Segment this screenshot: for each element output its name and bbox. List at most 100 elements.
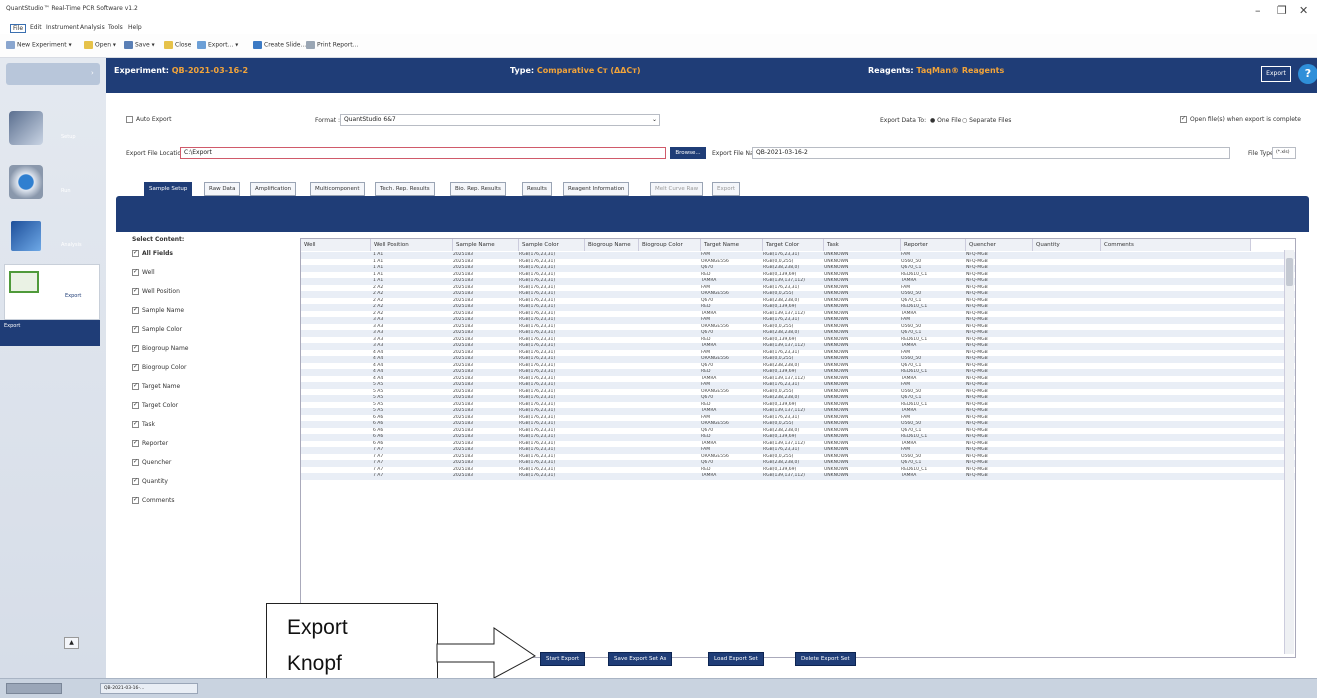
close-folder-icon	[164, 41, 173, 49]
delete-export-set-button[interactable]: Delete Export Set	[795, 652, 856, 666]
open-label: Open ▾	[95, 41, 116, 49]
table-cell: RGB(139,137,112)	[763, 473, 805, 478]
column-header[interactable]: Sample Name	[453, 239, 519, 251]
sidebar-item-run[interactable]: Run	[6, 162, 96, 202]
folder-icon	[84, 41, 93, 49]
sidebar-export-active[interactable]: Export	[0, 320, 100, 346]
column-header[interactable]: Target Name	[701, 239, 763, 251]
status-bar: QB-2021-03-16-...	[0, 678, 1317, 698]
help-icon[interactable]: ?	[1298, 64, 1317, 84]
content-option-5[interactable]: Biogroup Name	[132, 344, 189, 352]
export-header-button[interactable]: Export	[1261, 66, 1291, 82]
column-header[interactable]: Comments	[1101, 239, 1251, 251]
sidebar-item-setup[interactable]: Setup	[6, 108, 96, 148]
grid-scrollbar[interactable]	[1284, 250, 1294, 654]
menu-edit[interactable]: Edit	[30, 24, 42, 31]
callout-arrow-icon	[436, 627, 536, 679]
window-title: QuantStudio™ Real-Time PCR Software v1.2	[6, 5, 138, 12]
auto-export-label: Auto Export	[136, 116, 172, 123]
tab-export[interactable]: Export	[712, 182, 741, 196]
column-header[interactable]: Well Position	[371, 239, 453, 251]
print-report-button[interactable]: Print Report...	[306, 41, 358, 49]
content-option-7[interactable]: Target Name	[132, 382, 180, 390]
table-row[interactable]: 7 A7 2025183 RGB(176,23,31) TAMRA RGB(139,13…	[301, 473, 1295, 480]
format-select[interactable]: QuantStudio 6&7 ⌄	[340, 114, 660, 126]
tab-bio-rep-results[interactable]: Bio. Rep. Results	[450, 182, 506, 196]
close-button[interactable]: Close	[164, 41, 191, 49]
column-header[interactable]: Well	[301, 239, 371, 251]
auto-export-checkbox[interactable]: Auto Export	[126, 116, 171, 123]
column-header[interactable]: Biogroup Name	[585, 239, 639, 251]
new-experiment-button[interactable]: New Experiment ▾	[6, 41, 72, 49]
column-header[interactable]: Biogroup Color	[639, 239, 701, 251]
menu-instrument[interactable]: Instrument	[46, 24, 79, 31]
one-file-label: One File	[937, 117, 962, 124]
content-option-label: Well	[142, 269, 155, 276]
save-export-set-button[interactable]: Save Export Set As	[608, 652, 673, 666]
maximize-button[interactable]: ❐	[1277, 4, 1287, 17]
content-option-8[interactable]: Target Color	[132, 401, 178, 409]
tab-raw-data[interactable]: Raw Data	[204, 182, 241, 196]
select-content-title: Select Content:	[132, 236, 185, 243]
run-icon	[9, 165, 43, 199]
browse-button[interactable]: Browse...	[670, 147, 706, 159]
one-file-radio[interactable]: ● One File	[930, 117, 961, 124]
tab-multicomponent[interactable]: Multicomponent	[310, 182, 365, 196]
content-option-3[interactable]: Sample Name	[132, 306, 184, 314]
minimize-button[interactable]: –	[1255, 4, 1261, 17]
tab-reagent-information[interactable]: Reagent Information	[563, 182, 630, 196]
menu-analysis[interactable]: Analysis	[80, 24, 105, 31]
create-slide-button[interactable]: Create Slide...	[253, 41, 306, 49]
tab-results[interactable]: Results	[522, 182, 552, 196]
scroll-up-button[interactable]: ▲	[64, 637, 79, 649]
sidebar-analysis-label: Analysis	[61, 242, 82, 248]
content-option-9[interactable]: Task	[132, 420, 155, 428]
content-option-13[interactable]: Comments	[132, 496, 175, 504]
location-input[interactable]: C:\Export	[180, 147, 666, 159]
tab-sample-setup[interactable]: Sample Setup	[144, 182, 193, 196]
close-window-button[interactable]: ✕	[1299, 4, 1308, 17]
start-export-button[interactable]: Start Export	[540, 652, 586, 666]
sidebar-setup-label: Setup	[61, 134, 76, 140]
home-taskbar-button[interactable]	[6, 683, 62, 694]
tab-amplification[interactable]: Amplification	[250, 182, 297, 196]
checkbox-checked-icon	[132, 344, 139, 352]
content-option-2[interactable]: Well Position	[132, 287, 180, 295]
load-export-set-button[interactable]: Load Export Set	[708, 652, 764, 666]
analysis-icon	[9, 219, 43, 253]
content-option-11[interactable]: Quencher	[132, 458, 171, 466]
column-header[interactable]: Reporter	[901, 239, 966, 251]
menu-file[interactable]: File	[10, 24, 27, 33]
scrollbar-thumb[interactable]	[1286, 258, 1293, 286]
checkbox-icon	[126, 116, 133, 123]
sidebar-item-export[interactable]: Export	[4, 264, 100, 320]
separate-files-radio[interactable]: ○ Separate Files	[962, 117, 1011, 124]
tab-melt-curve-raw[interactable]: Melt Curve Raw	[650, 182, 704, 196]
content-option-1[interactable]: Well	[132, 268, 155, 276]
menu-help[interactable]: Help	[128, 24, 142, 31]
new-doc-icon	[6, 41, 15, 49]
open-button[interactable]: Open ▾	[84, 41, 116, 49]
save-button[interactable]: Save ▾	[124, 41, 155, 49]
content-option-12[interactable]: Quantity	[132, 477, 168, 485]
export-menu-button[interactable]: Export... ▾	[197, 41, 238, 49]
column-header[interactable]: Quencher	[966, 239, 1033, 251]
menu-tools[interactable]: Tools	[108, 24, 123, 31]
open-file-checkbox[interactable]: Open file(s) when export is complete	[1180, 115, 1301, 123]
experiment-tab[interactable]: QB-2021-03-16-...	[100, 683, 198, 694]
sidebar-item-analysis[interactable]: Analysis	[6, 216, 96, 256]
content-option-0[interactable]: All Fields	[132, 249, 173, 257]
filetype-select[interactable]: (*.xls)	[1272, 147, 1296, 159]
data-grid[interactable]: Well Well Position Sample Name Sample Color…	[300, 238, 1296, 658]
column-header[interactable]: Task	[824, 239, 901, 251]
tab-tech-rep-results[interactable]: Tech. Rep. Results	[375, 182, 435, 196]
export-icon	[197, 41, 206, 49]
content-option-6[interactable]: Biogroup Color	[132, 363, 186, 371]
content-option-10[interactable]: Reporter	[132, 439, 168, 447]
column-header[interactable]: Quantity	[1033, 239, 1101, 251]
content-option-4[interactable]: Sample Color	[132, 325, 182, 333]
filename-input[interactable]: QB-2021-03-16-2	[752, 147, 1230, 159]
column-header[interactable]: Sample Color	[519, 239, 585, 251]
column-header[interactable]: Target Color	[763, 239, 824, 251]
sidebar-collapse-bar[interactable]: ›	[6, 63, 100, 85]
